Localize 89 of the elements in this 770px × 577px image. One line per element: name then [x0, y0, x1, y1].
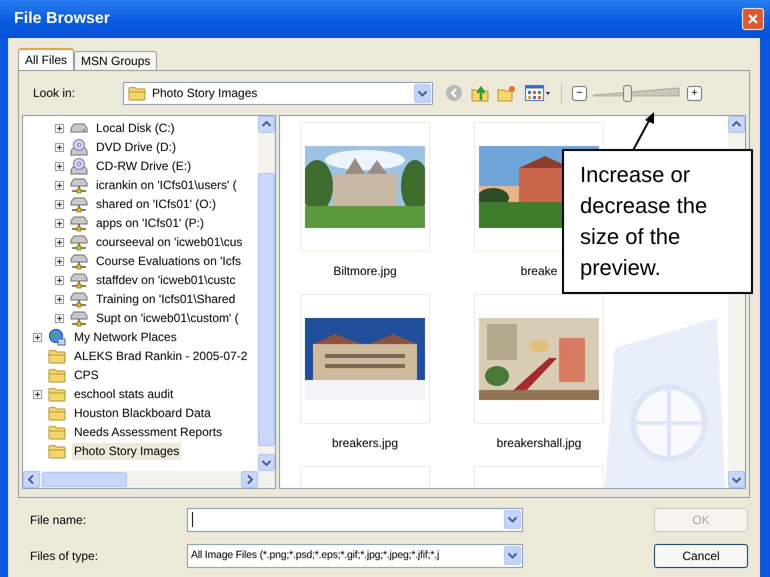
- tree-item[interactable]: CD-RW Drive (E:): [94, 158, 194, 175]
- scroll-thumb[interactable]: [42, 472, 127, 487]
- folder-icon: [128, 86, 146, 100]
- thumbnail-label: breake: [520, 263, 558, 280]
- expand-icon[interactable]: [55, 238, 64, 247]
- zoom-in-button[interactable]: +: [687, 86, 702, 100]
- vertical-scrollbar[interactable]: [258, 116, 275, 471]
- tree-item[interactable]: My Network Places: [72, 329, 179, 346]
- optical-drive-icon: [70, 139, 88, 156]
- thumbnail-frame[interactable]: [474, 294, 604, 424]
- thumbnail-label: breakers.jpg: [332, 435, 398, 452]
- expand-icon[interactable]: [55, 219, 64, 228]
- look-in-label: Look in:: [33, 85, 76, 102]
- folder-icon: [48, 387, 66, 402]
- tree-item[interactable]: Supt on 'icweb01\custom' (: [94, 310, 241, 327]
- horizontal-scrollbar[interactable]: [23, 471, 275, 488]
- tab[interactable]: MSN Groups: [74, 51, 158, 70]
- tree-item[interactable]: Houston Blackboard Data: [72, 405, 213, 422]
- new-folder-icon[interactable]: [497, 84, 517, 102]
- expand-icon[interactable]: [33, 333, 42, 342]
- tree-item[interactable]: shared on 'ICfs01' (O:): [94, 196, 218, 213]
- network-drive-icon: [70, 177, 88, 194]
- scroll-up-icon[interactable]: [258, 116, 275, 133]
- tab[interactable]: All Files: [18, 48, 74, 70]
- folder-icon: [48, 444, 66, 459]
- tree-item[interactable]: Course Evaluations on 'Icfs: [94, 253, 244, 270]
- folder-icon: [48, 406, 66, 421]
- expand-icon[interactable]: [55, 276, 64, 285]
- scroll-down-icon[interactable]: [728, 471, 745, 488]
- zoom-out-button[interactable]: −: [572, 86, 587, 100]
- thumbnail-frame[interactable]: [300, 122, 430, 252]
- folder-icon: [48, 368, 66, 383]
- dropdown-icon[interactable]: [504, 510, 521, 529]
- expand-icon[interactable]: [55, 200, 64, 209]
- network-drive-icon: [70, 291, 88, 308]
- size-slider[interactable]: [593, 82, 681, 104]
- network-globe-icon: [48, 329, 66, 346]
- window-title: File Browser: [14, 9, 110, 29]
- scroll-left-icon[interactable]: [23, 471, 40, 488]
- expand-icon[interactable]: [55, 181, 64, 190]
- tree-item[interactable]: icrankin on 'ICfs01\users' (: [94, 177, 239, 194]
- expand-icon[interactable]: [55, 314, 64, 323]
- close-button[interactable]: [742, 8, 764, 30]
- expand-icon[interactable]: [55, 143, 64, 152]
- file-name-field[interactable]: [187, 508, 523, 532]
- network-drive-icon: [70, 196, 88, 213]
- look-in-dropdown[interactable]: Photo Story Images: [123, 82, 433, 104]
- folder-icon: [48, 425, 66, 440]
- tree-item[interactable]: staffdev on 'icweb01\custc: [94, 272, 238, 289]
- tree-item[interactable]: DVD Drive (D:): [94, 139, 178, 156]
- expand-icon[interactable]: [55, 124, 64, 133]
- slider-thumb[interactable]: [623, 85, 632, 102]
- network-drive-icon: [70, 253, 88, 270]
- dropdown-icon[interactable]: [504, 546, 521, 565]
- thumbnail-frame[interactable]: [300, 294, 430, 424]
- expand-icon[interactable]: [55, 162, 64, 171]
- folder-icon: [48, 349, 66, 364]
- tree-item[interactable]: apps on 'ICfs01' (P:): [94, 215, 206, 232]
- thumbnail-label: breakershall.jpg: [496, 435, 582, 452]
- network-drive-icon: [70, 215, 88, 232]
- scroll-right-icon[interactable]: [241, 471, 258, 488]
- file-type-label: Files of type:: [30, 548, 100, 564]
- file-name-label: File name:: [30, 512, 88, 528]
- expand-icon[interactable]: [55, 295, 64, 304]
- dropdown-icon[interactable]: [414, 84, 431, 102]
- scroll-down-icon[interactable]: [258, 454, 275, 471]
- expand-icon[interactable]: [33, 390, 42, 399]
- up-folder-icon[interactable]: [471, 84, 489, 102]
- thumbnail-label: Biltmore.jpg: [333, 263, 397, 280]
- tree-item[interactable]: ALEKS Brad Rankin - 2005-07-2: [72, 348, 250, 365]
- tree-item[interactable]: CPS: [72, 367, 101, 384]
- tree-item[interactable]: Training on 'Icfs01\Shared: [94, 291, 238, 308]
- cancel-button[interactable]: Cancel: [654, 544, 748, 568]
- tree-item[interactable]: Needs Assessment Reports: [72, 424, 224, 441]
- scroll-thumb[interactable]: [258, 173, 275, 446]
- callout-text: Increase or decrease the size of the preview.: [580, 161, 708, 282]
- scroll-up-icon[interactable]: [728, 116, 745, 133]
- views-menu-icon[interactable]: [525, 85, 551, 101]
- network-drive-icon: [70, 234, 88, 251]
- tree-item[interactable]: courseeval on 'icweb01\cus: [94, 234, 244, 251]
- network-drive-icon: [70, 310, 88, 327]
- tree-item[interactable]: eschool stats audit: [72, 386, 176, 403]
- close-icon: [747, 13, 759, 25]
- tree-item[interactable]: Photo Story Images: [72, 443, 182, 460]
- optical-drive-icon: [70, 158, 88, 175]
- file-type-dropdown[interactable]: All Image Files (*.png;*.psd;*.eps;*.gif;*.jpg;*.jpeg;*.jfif;*.j: [187, 544, 523, 568]
- tree-item[interactable]: Local Disk (C:): [94, 120, 177, 137]
- network-drive-icon: [70, 272, 88, 289]
- expand-icon[interactable]: [55, 257, 64, 266]
